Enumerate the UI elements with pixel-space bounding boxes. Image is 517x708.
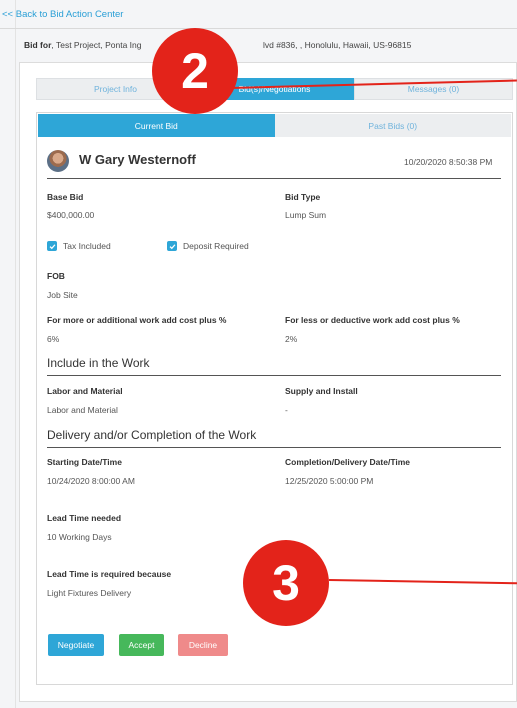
base-bid-label: Base Bid	[47, 192, 84, 202]
subtab-past-bids[interactable]: Past Bids (0)	[274, 114, 511, 137]
bid-subtabs: Current Bid Past Bids (0)	[38, 114, 511, 137]
back-to-bid-action-center-link[interactable]: << Back to Bid Action Center	[2, 9, 123, 20]
bid-for-project: , Test Project, Ponta Ing	[51, 40, 142, 50]
completion-date-label: Completion/Delivery Date/Time	[285, 457, 411, 467]
include-work-heading: Include in the Work	[47, 356, 150, 370]
negotiate-button[interactable]: Negotiate	[48, 634, 104, 656]
lead-time-value: 10 Working Days	[47, 532, 112, 542]
starting-date-value: 10/24/2020 8:00:00 AM	[47, 476, 135, 486]
fob-value: Job Site	[47, 290, 78, 300]
bid-for-address: lvd #836, , Honolulu, Hawaii, US-96815	[263, 40, 412, 50]
delivery-heading: Delivery and/or Completion of the Work	[47, 428, 257, 442]
tax-included-checkbox[interactable]	[47, 241, 57, 251]
accept-button[interactable]: Accept	[119, 634, 164, 656]
bid-for-prefix: Bid for, Test Project, Ponta Ing	[24, 40, 141, 50]
annotation-badge-2: 2	[152, 28, 238, 114]
lead-reason-value: Light Fixtures Delivery	[47, 588, 132, 598]
bid-type-value: Lump Sum	[285, 210, 327, 220]
tax-included-label: Tax Included	[63, 241, 111, 251]
more-work-label: For more or additional work add cost plu…	[47, 315, 227, 325]
supply-install-value: -	[285, 405, 288, 415]
supply-install-label: Supply and Install	[285, 386, 358, 396]
completion-date-value: 12/25/2020 5:00:00 PM	[285, 476, 374, 486]
lead-time-label: Lead Time needed	[47, 513, 122, 523]
bid-date: 10/20/2020 8:50:38 PM	[404, 157, 493, 167]
delivery-divider	[47, 447, 501, 448]
less-work-label: For less or deductive work add cost plus…	[285, 315, 460, 325]
bidder-avatar	[47, 150, 69, 172]
include-work-divider	[47, 375, 501, 376]
deposit-required-label: Deposit Required	[183, 241, 249, 251]
lead-reason-label: Lead Time is required because	[47, 569, 172, 579]
header-divider	[0, 28, 517, 29]
fob-label: FOB	[47, 271, 65, 281]
page-gutter-line	[15, 0, 16, 708]
less-work-value: 2%	[285, 334, 298, 344]
base-bid-value: $400,000.00	[47, 210, 95, 220]
decline-button[interactable]: Decline	[178, 634, 228, 656]
bid-type-label: Bid Type	[285, 192, 321, 202]
bidder-name: W Gary Westernoff	[79, 152, 196, 167]
checkmark-icon	[49, 243, 55, 249]
annotation-badge-3: 3	[243, 540, 329, 626]
labor-material-label: Labor and Material	[47, 386, 123, 396]
bid-for-label: Bid for	[24, 40, 52, 50]
more-work-value: 6%	[47, 334, 60, 344]
subtab-current-bid[interactable]: Current Bid	[38, 114, 275, 137]
deposit-required-checkbox[interactable]	[167, 241, 177, 251]
bidder-divider	[47, 178, 501, 179]
starting-date-label: Starting Date/Time	[47, 457, 122, 467]
checkmark-icon	[169, 243, 175, 249]
labor-material-value: Labor and Material	[47, 405, 118, 415]
